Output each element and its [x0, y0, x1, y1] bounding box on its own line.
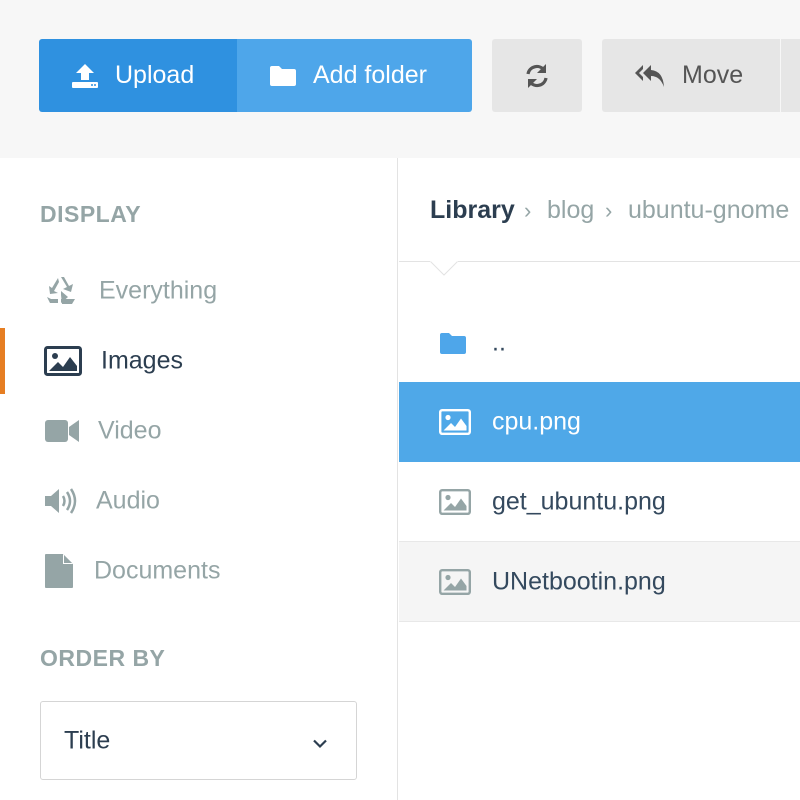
image-file-icon	[439, 408, 471, 435]
list-item[interactable]: cpu.png	[399, 382, 800, 462]
file-name: cpu.png	[492, 407, 581, 435]
reply-all-icon	[634, 63, 666, 89]
sidebar-item-label: Everything	[99, 276, 218, 305]
refresh-button[interactable]	[492, 39, 582, 112]
sidebar-item-audio[interactable]: Audio	[0, 468, 397, 534]
move-label: Move	[682, 61, 744, 89]
breadcrumb-link[interactable]: blog	[547, 196, 594, 225]
image-file-icon	[439, 488, 471, 515]
image-file-icon	[439, 568, 471, 595]
chevron-right-icon: ›	[605, 198, 613, 223]
display-section-title: DISPLAY	[40, 201, 142, 227]
upload-icon	[71, 63, 99, 89]
file-browser: Library › blog › ubuntu-gnome .. cpu.png…	[399, 158, 800, 800]
sidebar-item-label: Documents	[94, 556, 221, 585]
sidebar: DISPLAY Everything Images Video Audio Do…	[0, 158, 398, 800]
add-folder-button[interactable]: Add folder	[237, 39, 472, 112]
list-item[interactable]: get_ubuntu.png	[399, 462, 800, 542]
order-by-select[interactable]: Title	[40, 701, 357, 780]
file-name: ..	[492, 328, 506, 357]
breadcrumb-pointer	[430, 261, 458, 276]
list-item-parent-folder[interactable]: ..	[399, 303, 800, 383]
chevron-right-icon: ›	[524, 198, 532, 223]
breadcrumb-root-link[interactable]: Library	[430, 196, 515, 225]
sidebar-item-video[interactable]: Video	[0, 398, 397, 464]
add-folder-label: Add folder	[313, 61, 427, 89]
toolbar: Upload Add folder Move	[0, 0, 800, 158]
file-name: UNetbootin.png	[492, 567, 666, 595]
list-item[interactable]: UNetbootin.png	[399, 542, 800, 622]
sidebar-item-everything[interactable]: Everything	[0, 258, 397, 324]
file-icon	[44, 553, 74, 589]
sidebar-item-label: Video	[98, 416, 162, 445]
folder-icon	[439, 331, 467, 355]
sidebar-item-documents[interactable]: Documents	[0, 538, 397, 604]
sidebar-item-label: Audio	[96, 486, 160, 515]
chevron-down-icon	[312, 726, 328, 755]
video-camera-icon	[44, 418, 80, 444]
upload-label: Upload	[115, 61, 195, 89]
file-name: get_ubuntu.png	[492, 487, 666, 515]
sidebar-item-label: Images	[101, 346, 183, 375]
refresh-icon	[524, 63, 550, 89]
breadcrumb: Library › blog › ubuntu-gnome	[399, 158, 800, 262]
image-icon	[44, 346, 82, 376]
move-button[interactable]: Move	[602, 39, 780, 112]
more-button[interactable]	[781, 39, 800, 112]
sidebar-item-images[interactable]: Images	[0, 328, 397, 394]
recycle-icon	[44, 275, 78, 307]
order-by-value: Title	[64, 726, 111, 754]
folder-icon	[269, 65, 297, 87]
breadcrumb-link[interactable]: ubuntu-gnome	[628, 196, 789, 225]
upload-button[interactable]: Upload	[39, 39, 237, 112]
volume-icon	[44, 487, 78, 515]
order-by-section-title: ORDER BY	[40, 645, 166, 671]
